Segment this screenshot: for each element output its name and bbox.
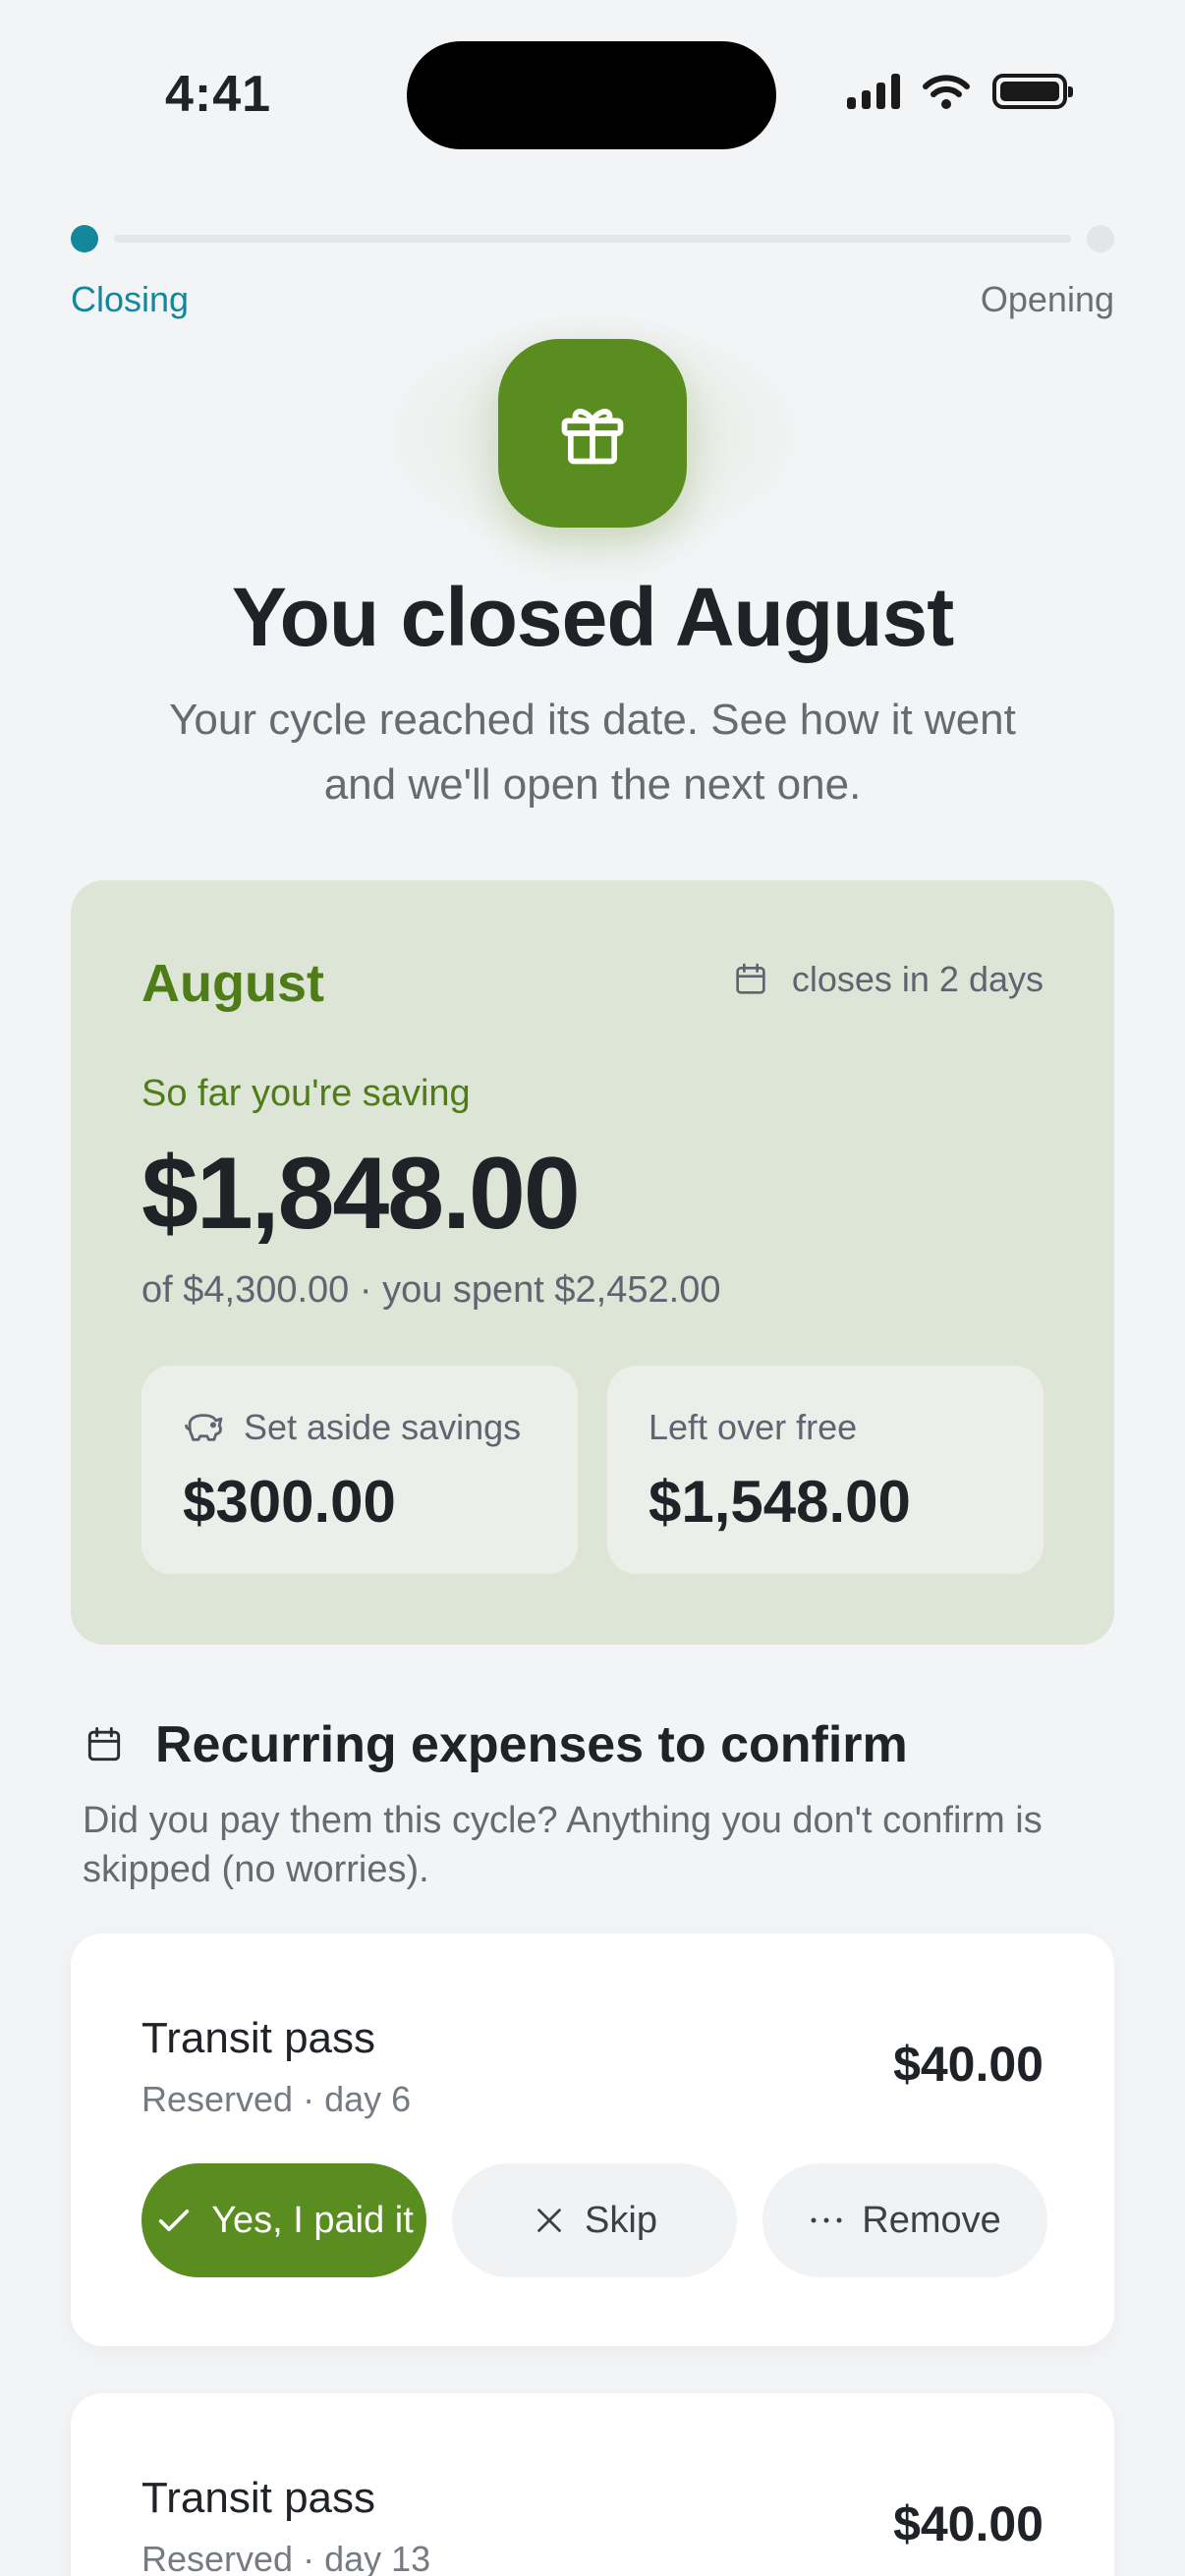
calendar-icon (87, 1727, 121, 1762)
skip-label: Skip (585, 2199, 657, 2241)
expense-card: Transit pass Reserved · day 6 $40.00 Yes… (71, 1933, 1114, 2346)
expense-actions: Yes, I paid it Skip Remove (141, 2163, 1047, 2277)
gift-icon (561, 409, 624, 465)
confirm-paid-label: Yes, I paid it (211, 2199, 414, 2241)
set-aside-label: Set aside savings (244, 1407, 522, 1447)
saving-detail: of $4,300.00 · you spent $2,452.00 (141, 1269, 721, 1311)
set-aside-savings-card: Set aside savings $300.00 (141, 1366, 578, 1574)
closes-text: closes in 2 days (791, 959, 1044, 999)
calendar-icon (736, 963, 765, 994)
page-title: You closed August (231, 571, 954, 663)
battery-icon (992, 74, 1073, 109)
cycle-close-screen: 4:41 Closing Opening You closed August Y… (0, 0, 1185, 2576)
more-dots-icon (811, 2217, 842, 2223)
dynamic-island (407, 41, 776, 149)
close-icon (537, 2209, 561, 2232)
set-aside-header: Set aside savings (183, 1407, 521, 1448)
cellular-signal-icon (847, 74, 900, 109)
saving-label: So far you're saving (141, 1073, 471, 1114)
expense-amount: $40.00 (893, 2037, 1044, 2092)
status-icons (847, 73, 1073, 110)
stepper-dot-next (1087, 225, 1114, 252)
expense-name: Transit pass (141, 2014, 376, 2062)
expense-meta: Reserved · day 13 (141, 2539, 431, 2576)
page-subtitle: Your cycle reached its date. See how it … (169, 696, 1016, 809)
closes-badge: closes in 2 days (731, 959, 1044, 1000)
skip-button[interactable]: Skip (452, 2163, 737, 2277)
set-aside-amount: $300.00 (183, 1469, 396, 1535)
check-icon (159, 2210, 190, 2231)
cycle-summary-card: August closes in 2 days So far you're sa… (71, 880, 1114, 1645)
expense-name: Transit pass (141, 2474, 376, 2522)
cycle-stepper: Closing Opening (71, 222, 1114, 320)
remove-button[interactable]: Remove (762, 2163, 1047, 2277)
status-bar: 4:41 (0, 0, 1185, 167)
status-time: 4:41 (165, 66, 272, 123)
stepper-track (114, 235, 1071, 243)
stepper-label-opening: Opening (980, 279, 1114, 319)
section-description: Did you pay them this cycle? Anything yo… (83, 1800, 1043, 1890)
left-over-card: Left over free $1,548.00 (607, 1366, 1044, 1574)
expense-amount: $40.00 (893, 2496, 1044, 2551)
summary-month: August (141, 954, 324, 1013)
left-over-label: Left over free (649, 1407, 858, 1447)
confirm-paid-button[interactable]: Yes, I paid it (141, 2163, 426, 2277)
section-title: Recurring expenses to confirm (155, 1716, 908, 1773)
expense-meta: Reserved · day 6 (141, 2079, 412, 2119)
left-over-header: Left over free (649, 1407, 857, 1448)
hero-icon-tile (498, 339, 687, 528)
left-over-amount: $1,548.00 (649, 1469, 911, 1535)
expense-card: Transit pass Reserved · day 13 $40.00 (71, 2393, 1114, 2576)
recurring-section-header: Recurring expenses to confirm (83, 1715, 908, 1774)
stepper-dot-current (71, 225, 98, 252)
stepper-label-closing: Closing (71, 279, 190, 319)
saving-amount: $1,848.00 (141, 1137, 581, 1251)
piggy-bank-icon (185, 1414, 223, 1441)
wifi-icon (923, 75, 970, 109)
remove-label: Remove (862, 2199, 1001, 2241)
